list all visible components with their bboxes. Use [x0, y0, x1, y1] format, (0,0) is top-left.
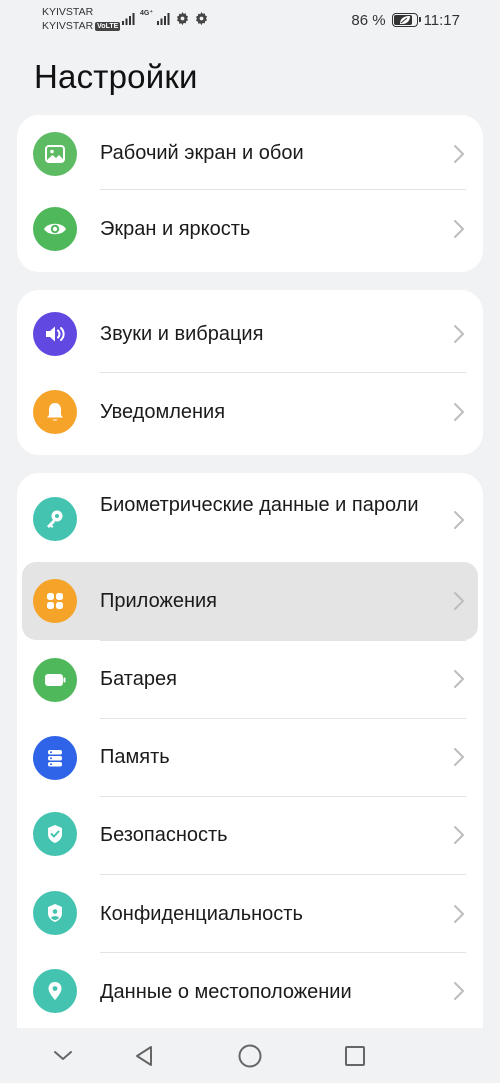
privacy-shield-icon	[33, 891, 77, 935]
settings-item-security[interactable]: Безопасность	[17, 797, 483, 875]
settings-item-apps[interactable]: Приложения	[17, 562, 483, 640]
chevron-right-icon	[454, 511, 464, 529]
settings-item-label: Рабочий экран и обои	[100, 142, 304, 164]
settings-item-storage[interactable]: Память	[17, 719, 483, 796]
apps-grid-icon	[33, 579, 77, 623]
chevron-right-icon	[454, 748, 464, 766]
settings-item-label: Память	[100, 746, 170, 768]
battery-percent: 86 %	[351, 11, 386, 29]
chevron-right-icon	[454, 670, 464, 688]
carrier-1-name: KYIVSTAR	[42, 6, 94, 18]
settings-item-display[interactable]: Экран и яркость	[17, 193, 483, 271]
settings-item-label: Звуки и вибрация	[100, 323, 264, 345]
status-right: 86 % 11:17	[351, 10, 460, 30]
settings-item-label: Уведомления	[100, 401, 226, 423]
status-icons: 4G⁺	[122, 10, 209, 26]
chevron-right-icon	[454, 826, 464, 844]
status-bar: KYIVSTAR KYIVSTAR VoLTE 4G⁺ 86 % 11:17	[0, 0, 500, 40]
divider	[100, 189, 466, 190]
settings-group-3: Биометрические данные и пароли Приложени…	[17, 473, 483, 1028]
chevron-right-icon	[454, 325, 464, 343]
home-circle-icon[interactable]	[236, 1042, 264, 1070]
settings-item-label: Конфиденциальность	[100, 903, 303, 925]
leaf-icon	[399, 16, 410, 24]
image-icon	[33, 132, 77, 176]
eye-icon	[33, 207, 77, 251]
shield-check-icon	[33, 812, 77, 856]
settings-item-notifications[interactable]: Уведомления	[17, 373, 483, 455]
settings-item-biometrics[interactable]: Биометрические данные и пароли	[17, 473, 483, 562]
gear-notification-icon	[177, 11, 189, 25]
volte-badge: VoLTE	[95, 22, 121, 31]
battery-icon	[33, 658, 77, 702]
settings-item-label: Батарея	[100, 668, 177, 690]
settings-item-label: Биометрические данные и пароли	[100, 494, 419, 516]
key-icon	[33, 497, 77, 541]
carrier-2-name: KYIVSTAR	[42, 20, 94, 32]
signal-1-icon	[122, 13, 135, 25]
settings-item-label: Экран и яркость	[100, 218, 251, 240]
settings-item-home-screen[interactable]: Рабочий экран и обои	[17, 115, 483, 193]
page-title: Настройки	[34, 58, 198, 95]
settings-item-location[interactable]: Данные о местоположении	[17, 953, 483, 1028]
system-nav-bar	[0, 1030, 500, 1083]
chevron-right-icon	[454, 403, 464, 421]
chevron-right-icon	[454, 220, 464, 238]
storage-icon	[33, 736, 77, 780]
chevron-right-icon	[454, 905, 464, 923]
battery-icon	[391, 13, 421, 27]
chevron-right-icon	[454, 145, 464, 163]
bell-icon	[33, 390, 77, 434]
settings-item-label: Безопасность	[100, 824, 228, 846]
chevron-down-icon[interactable]	[49, 1042, 77, 1070]
settings-group-1: Рабочий экран и обои Экран и яркость	[17, 115, 483, 272]
settings-item-label: Данные о местоположении	[100, 981, 352, 1003]
chevron-right-icon	[454, 592, 464, 610]
signal-2-icon	[157, 13, 170, 25]
gear-notification-icon-2	[196, 11, 208, 25]
chevron-right-icon	[454, 982, 464, 1000]
back-triangle-icon[interactable]	[130, 1042, 158, 1070]
settings-item-privacy[interactable]: Конфиденциальность	[17, 875, 483, 953]
clock: 11:17	[423, 11, 460, 29]
location-pin-icon	[33, 969, 77, 1013]
speaker-icon	[33, 312, 77, 356]
carrier-info: KYIVSTAR KYIVSTAR VoLTE	[42, 5, 121, 33]
recents-square-icon[interactable]	[341, 1042, 369, 1070]
network-type-label: 4G⁺	[140, 10, 154, 17]
settings-item-battery[interactable]: Батарея	[17, 641, 483, 718]
settings-group-2: Звуки и вибрация Уведомления	[17, 290, 483, 455]
settings-item-label: Приложения	[100, 590, 218, 612]
settings-item-sounds[interactable]: Звуки и вибрация	[17, 290, 483, 372]
